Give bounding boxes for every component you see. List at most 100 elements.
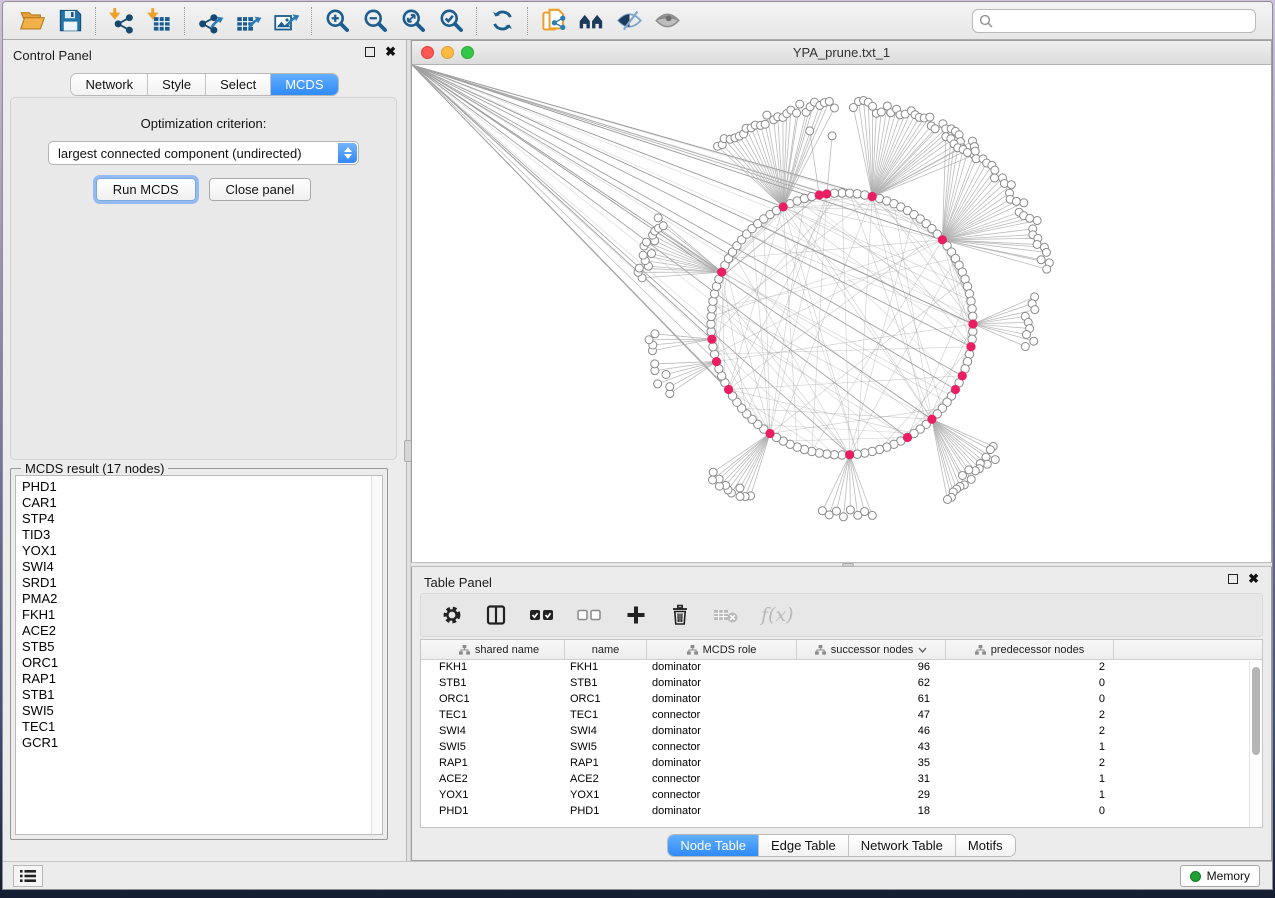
first-neighbors-icon[interactable]: [572, 5, 610, 37]
mcds-result-item[interactable]: TID3: [22, 527, 382, 543]
network-node[interactable]: [967, 475, 975, 483]
tab-node-table[interactable]: Node Table: [668, 835, 759, 856]
network-node[interactable]: [990, 174, 998, 182]
export-table-icon[interactable]: [229, 5, 267, 37]
network-node[interactable]: [991, 456, 999, 464]
table-row[interactable]: YOX1YOX1connector291: [421, 788, 1262, 804]
float-panel-icon[interactable]: [1228, 574, 1238, 584]
mcds-result-item[interactable]: YOX1: [22, 543, 382, 559]
network-node[interactable]: [806, 127, 814, 135]
network-node[interactable]: [965, 290, 973, 298]
tab-network[interactable]: Network: [71, 74, 148, 95]
network-node[interactable]: [830, 104, 838, 112]
network-node[interactable]: [736, 484, 744, 492]
mcds-node[interactable]: [822, 189, 831, 198]
mcds-result-item[interactable]: CAR1: [22, 495, 382, 511]
table-scrollbar[interactable]: [1249, 661, 1262, 827]
network-node[interactable]: [818, 507, 826, 515]
tab-select[interactable]: Select: [206, 74, 271, 95]
mcds-node[interactable]: [707, 335, 716, 344]
network-node[interactable]: [853, 190, 861, 198]
table-row[interactable]: RAP1RAP1dominator352: [421, 756, 1262, 772]
columns-icon[interactable]: [485, 604, 507, 626]
table-row[interactable]: STB1STB1dominator620: [421, 676, 1262, 692]
network-node[interactable]: [1020, 199, 1028, 207]
column-header-MCDS-role[interactable]: MCDS role: [647, 640, 797, 659]
network-node[interactable]: [963, 149, 971, 157]
tab-edge-table[interactable]: Edge Table: [759, 835, 849, 856]
tab-network-table[interactable]: Network Table: [849, 835, 956, 856]
network-node[interactable]: [969, 312, 977, 320]
network-node[interactable]: [832, 507, 840, 515]
column-header-name[interactable]: name: [565, 640, 647, 659]
zoom-selected-icon[interactable]: [432, 5, 470, 37]
network-node[interactable]: [709, 476, 717, 484]
network-node[interactable]: [708, 305, 716, 313]
network-node[interactable]: [846, 506, 854, 514]
network-node[interactable]: [1021, 343, 1029, 351]
mcds-node[interactable]: [868, 192, 877, 201]
export-network-icon[interactable]: [191, 5, 229, 37]
mcds-result-item[interactable]: SWI4: [22, 559, 382, 575]
network-node[interactable]: [1042, 248, 1050, 256]
hide-selected-icon[interactable]: [610, 5, 648, 37]
network-node[interactable]: [651, 330, 659, 338]
network-node[interactable]: [1030, 337, 1038, 345]
network-node[interactable]: [1012, 197, 1020, 205]
mcds-result-item[interactable]: PMA2: [22, 591, 382, 607]
network-node[interactable]: [854, 511, 862, 519]
mcds-node[interactable]: [903, 433, 912, 442]
network-node[interactable]: [986, 446, 994, 454]
network-node[interactable]: [736, 492, 744, 500]
network-node[interactable]: [853, 450, 861, 458]
network-node[interactable]: [839, 513, 847, 521]
close-panel-icon[interactable]: ✖: [385, 47, 396, 57]
network-node[interactable]: [642, 238, 650, 246]
network-node[interactable]: [958, 471, 966, 479]
mcds-node[interactable]: [927, 415, 936, 424]
network-node[interactable]: [639, 251, 647, 259]
network-node[interactable]: [1043, 265, 1051, 273]
table-row[interactable]: SWI4SWI4dominator462: [421, 724, 1262, 740]
network-node[interactable]: [943, 496, 951, 504]
network-node[interactable]: [635, 264, 643, 272]
network-node[interactable]: [666, 383, 674, 391]
network-node[interactable]: [828, 132, 836, 140]
mcds-node[interactable]: [958, 371, 967, 380]
network-node[interactable]: [1007, 181, 1015, 189]
network-node[interactable]: [648, 250, 656, 258]
table-row[interactable]: PHD1PHD1dominator180: [421, 804, 1262, 820]
network-node[interactable]: [709, 343, 717, 351]
mcds-node[interactable]: [966, 342, 975, 351]
mcds-result-item[interactable]: GCR1: [22, 735, 382, 751]
network-node[interactable]: [991, 166, 999, 174]
mcds-node[interactable]: [765, 429, 774, 438]
network-node[interactable]: [796, 100, 804, 108]
import-network-icon[interactable]: [102, 5, 140, 37]
network-node[interactable]: [868, 447, 876, 455]
tab-style[interactable]: Style: [148, 74, 206, 95]
mcds-node[interactable]: [951, 385, 960, 394]
refresh-icon[interactable]: [483, 5, 521, 37]
network-node[interactable]: [823, 450, 831, 458]
network-node[interactable]: [709, 297, 717, 305]
mcds-result-item[interactable]: STB1: [22, 687, 382, 703]
network-node[interactable]: [654, 214, 662, 222]
gear-icon[interactable]: [441, 604, 463, 626]
task-history-button[interactable]: [13, 865, 43, 887]
network-node[interactable]: [761, 120, 769, 128]
network-node[interactable]: [931, 125, 939, 133]
mcds-result-item[interactable]: PHD1: [22, 479, 382, 495]
delete-icon[interactable]: [669, 604, 691, 626]
network-node[interactable]: [830, 189, 838, 197]
memory-button[interactable]: Memory: [1180, 865, 1260, 887]
network-node[interactable]: [659, 222, 667, 230]
network-node[interactable]: [968, 335, 976, 343]
maximize-window-icon[interactable]: [461, 46, 474, 59]
network-node[interactable]: [1033, 240, 1041, 248]
import-table-icon[interactable]: [140, 5, 178, 37]
network-node[interactable]: [662, 370, 670, 378]
table-row[interactable]: ACE2ACE2connector311: [421, 772, 1262, 788]
network-node[interactable]: [971, 147, 979, 155]
network-node[interactable]: [815, 449, 823, 457]
